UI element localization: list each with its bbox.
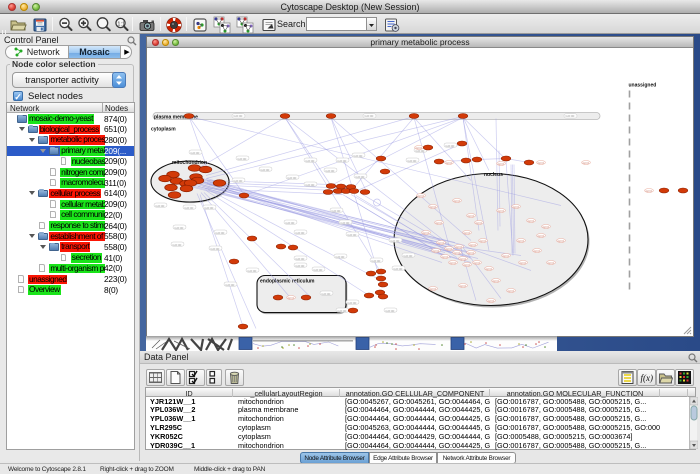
svg-text:GO:0: GO:0 xyxy=(518,239,525,243)
svg-text:nucleus: nucleus xyxy=(484,172,503,178)
svg-text:GO:00: GO:00 xyxy=(205,206,214,210)
svg-text:GO:0: GO:0 xyxy=(416,146,423,150)
svg-text:GO:00: GO:00 xyxy=(332,209,341,213)
svg-text:GO:0: GO:0 xyxy=(468,251,475,255)
svg-text:GO:0: GO:0 xyxy=(498,209,505,213)
svg-text:GO:0: GO:0 xyxy=(438,241,445,245)
svg-text:GO:00: GO:00 xyxy=(404,254,413,258)
svg-text:GO:00: GO:00 xyxy=(286,221,295,225)
svg-text:GO:00: GO:00 xyxy=(326,169,335,173)
svg-text:GO:0: GO:0 xyxy=(450,261,457,265)
svg-text:GO:00: GO:00 xyxy=(175,226,184,230)
svg-text:GO:0: GO:0 xyxy=(468,214,475,218)
svg-text:GO:0: GO:0 xyxy=(456,245,463,249)
svg-text:GO:0: GO:0 xyxy=(460,257,467,261)
svg-text:GO:0: GO:0 xyxy=(423,231,430,235)
svg-text:GO:0: GO:0 xyxy=(558,239,565,243)
svg-text:GO:0: GO:0 xyxy=(583,161,590,165)
svg-text:GO:0: GO:0 xyxy=(470,243,477,247)
svg-text:GO:00: GO:00 xyxy=(191,151,200,155)
svg-text:GO:00: GO:00 xyxy=(394,267,403,271)
svg-text:GO:00: GO:00 xyxy=(408,159,417,163)
svg-text:GO:00: GO:00 xyxy=(566,114,575,118)
svg-text:GO:00: GO:00 xyxy=(446,144,455,148)
svg-text:GO:00: GO:00 xyxy=(248,269,257,273)
svg-text:cytoplasm: cytoplasm xyxy=(151,127,176,133)
svg-text:GO:0: GO:0 xyxy=(538,161,545,165)
svg-text:GO:0: GO:0 xyxy=(520,261,527,265)
svg-text:GO:0: GO:0 xyxy=(513,205,520,209)
svg-text:GO:00: GO:00 xyxy=(185,206,194,210)
svg-text:GO:0: GO:0 xyxy=(446,161,453,165)
svg-text:GO:0: GO:0 xyxy=(486,267,493,271)
svg-text:GO:0: GO:0 xyxy=(476,221,483,225)
svg-text:GO:00: GO:00 xyxy=(226,283,235,287)
svg-text:GO:00: GO:00 xyxy=(234,179,243,183)
svg-text:GO:00: GO:00 xyxy=(354,154,363,158)
svg-text:GO:0: GO:0 xyxy=(534,249,541,253)
svg-text:GO:0: GO:0 xyxy=(418,194,425,198)
svg-text:GO:0: GO:0 xyxy=(430,205,437,209)
svg-text:GO:00: GO:00 xyxy=(306,183,315,187)
svg-text:GO:00: GO:00 xyxy=(365,114,374,118)
svg-text:f(x): f(x) xyxy=(641,373,654,383)
svg-text:GO:0: GO:0 xyxy=(446,247,453,251)
svg-text:GO:00: GO:00 xyxy=(314,268,323,272)
svg-text:GO:0: GO:0 xyxy=(464,263,471,267)
svg-text:GO:00: GO:00 xyxy=(322,292,331,296)
svg-text:endoplasmic reticulum: endoplasmic reticulum xyxy=(260,279,315,285)
svg-text:GO:00: GO:00 xyxy=(234,114,243,118)
svg-text:GO:0: GO:0 xyxy=(508,289,515,293)
svg-text:GO:00: GO:00 xyxy=(288,176,297,180)
svg-text:GO:00: GO:00 xyxy=(348,301,357,305)
svg-text:GO:0: GO:0 xyxy=(543,225,550,229)
svg-text:GO:00: GO:00 xyxy=(386,309,395,313)
svg-text:GO:00: GO:00 xyxy=(338,159,347,163)
svg-text:GO:0: GO:0 xyxy=(503,254,510,258)
svg-text:GO:0: GO:0 xyxy=(464,231,471,235)
svg-text:GO:0: GO:0 xyxy=(454,199,461,203)
svg-text:GO:00: GO:00 xyxy=(356,175,365,179)
svg-text:GO:0: GO:0 xyxy=(433,249,440,253)
svg-text:GO:00: GO:00 xyxy=(348,233,357,237)
svg-text:GO:0: GO:0 xyxy=(430,287,437,291)
svg-text:GO:00: GO:00 xyxy=(211,247,220,251)
svg-text:unassigned: unassigned xyxy=(629,83,657,89)
svg-text:GO:00: GO:00 xyxy=(296,257,305,261)
svg-text:GO:0: GO:0 xyxy=(528,219,535,223)
svg-text:GO:00: GO:00 xyxy=(372,259,381,263)
svg-text:GO:00: GO:00 xyxy=(341,221,350,225)
svg-text:GO:00: GO:00 xyxy=(391,239,400,243)
svg-text:GO:0: GO:0 xyxy=(436,221,443,225)
svg-text:GO:00: GO:00 xyxy=(216,231,225,235)
svg-text:GO:00: GO:00 xyxy=(238,157,247,161)
svg-text:GO:0: GO:0 xyxy=(460,284,467,288)
svg-text:GO:0: GO:0 xyxy=(493,279,500,283)
svg-text:GO:0: GO:0 xyxy=(454,251,461,255)
svg-text:GO:0: GO:0 xyxy=(488,299,495,303)
svg-text:GO:0: GO:0 xyxy=(442,255,449,259)
svg-text:GO:00: GO:00 xyxy=(296,231,305,235)
svg-text:GO:0: GO:0 xyxy=(480,239,487,243)
svg-text:GO:00: GO:00 xyxy=(336,255,345,259)
svg-text:GO:00: GO:00 xyxy=(296,264,305,268)
svg-text:GO:00: GO:00 xyxy=(306,159,315,163)
svg-text:GO:0: GO:0 xyxy=(474,261,481,265)
svg-text:GO:0: GO:0 xyxy=(288,296,295,300)
svg-text:GO:00: GO:00 xyxy=(173,243,182,247)
svg-text:GO:0: GO:0 xyxy=(548,261,555,265)
svg-text:GO:00: GO:00 xyxy=(156,204,165,208)
svg-text:GO:0: GO:0 xyxy=(646,189,653,193)
svg-text:GO:00: GO:00 xyxy=(261,168,270,172)
svg-text:GO:0: GO:0 xyxy=(538,234,545,238)
svg-text:mitochondrion: mitochondrion xyxy=(172,160,207,166)
svg-text:GO:0: GO:0 xyxy=(498,162,505,166)
svg-text:GO:00: GO:00 xyxy=(338,309,347,313)
